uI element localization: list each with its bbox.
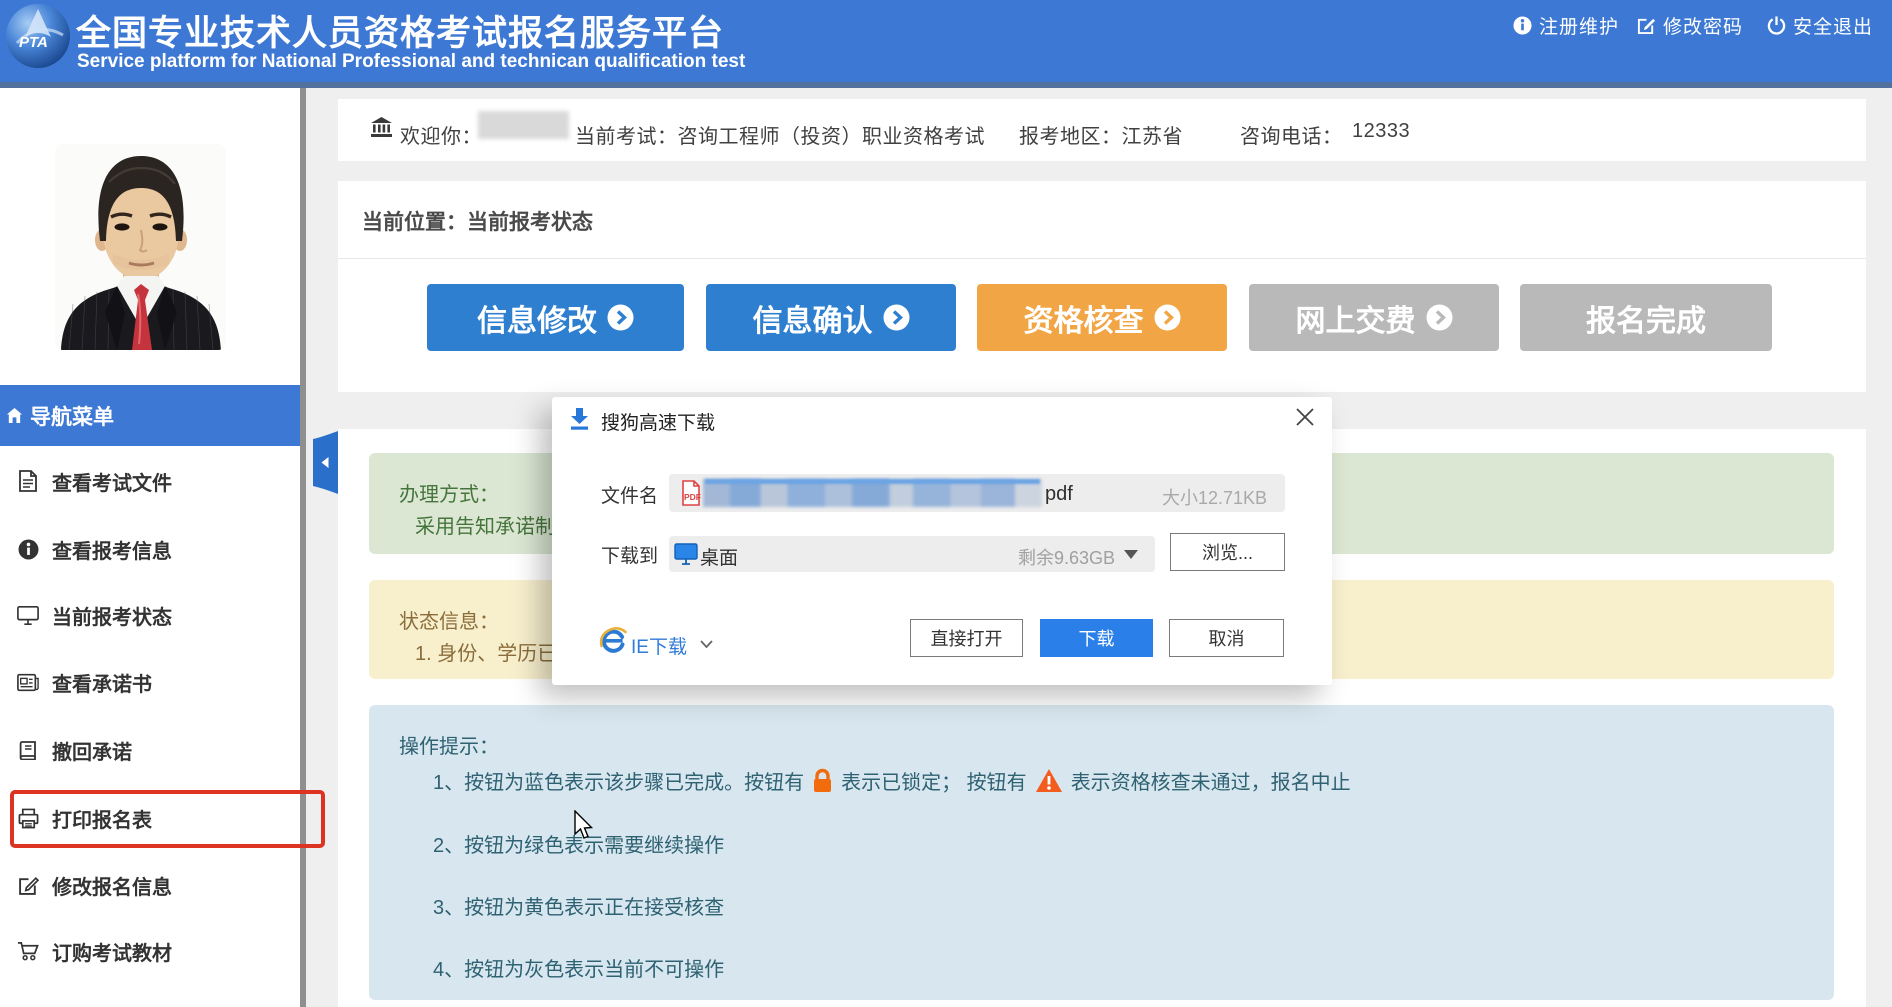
svg-text:PDF: PDF bbox=[684, 492, 701, 502]
svg-text:PTA: PTA bbox=[19, 34, 48, 51]
